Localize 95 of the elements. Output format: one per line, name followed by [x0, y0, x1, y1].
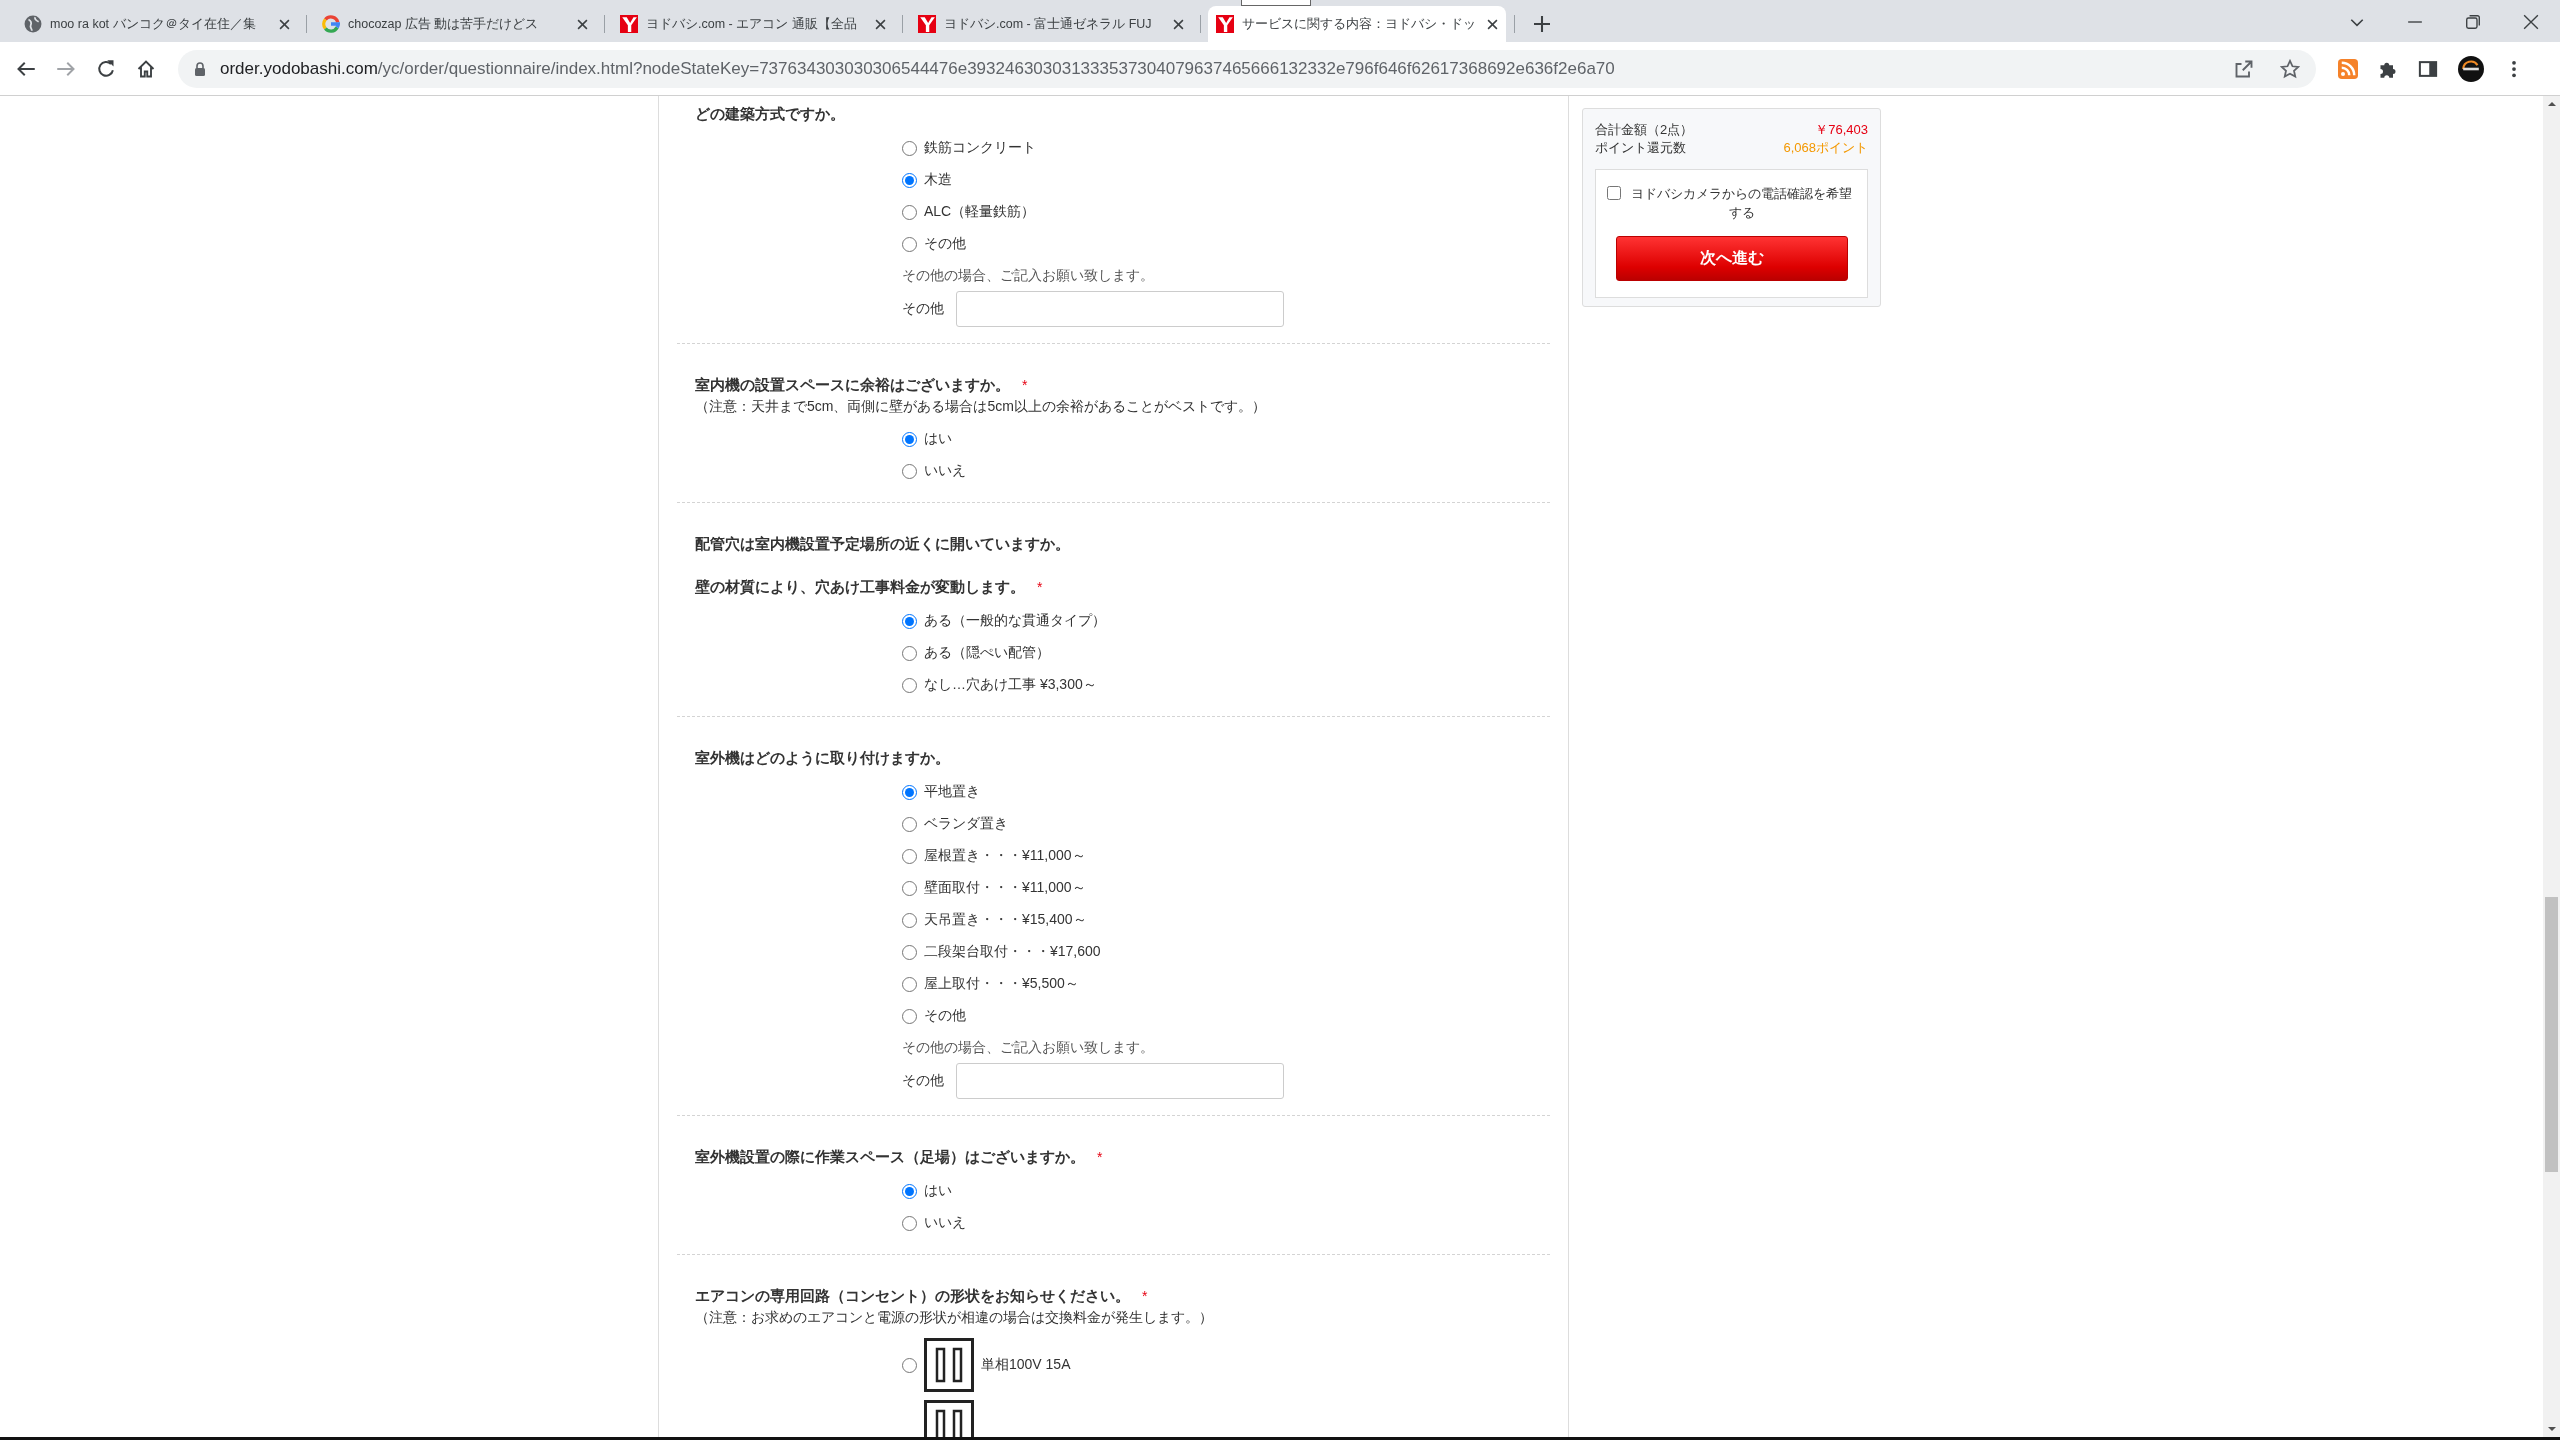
total-amount: ￥76,403	[1815, 121, 1868, 139]
option-label[interactable]: ベランダ置き	[924, 815, 1008, 833]
option-label[interactable]: 単相100V 15A	[981, 1356, 1071, 1374]
option-label[interactable]: その他	[924, 235, 966, 253]
points-label: ポイント還元数	[1595, 139, 1686, 157]
radio-button[interactable]	[902, 1183, 917, 1199]
close-icon[interactable]	[1173, 18, 1184, 30]
radio-button[interactable]	[902, 1008, 917, 1024]
tab-hover-box	[1241, 0, 1311, 6]
total-label: 合計金額（2点）	[1595, 121, 1694, 139]
radio-button[interactable]	[902, 140, 917, 156]
side-panel-icon[interactable]	[2418, 58, 2438, 79]
required-mark: *	[1097, 1149, 1103, 1165]
option-label[interactable]: 鉄筋コンクリート	[924, 139, 1036, 157]
points-amount: 6,068ポイント	[1783, 139, 1868, 157]
rss-icon[interactable]	[2338, 58, 2358, 79]
option-label[interactable]: なし…穴あけ工事 ¥3,300～	[924, 676, 1097, 694]
phone-confirm-label[interactable]: ヨドバシカメラからの電話確認を希望する	[1626, 184, 1857, 222]
radio-button[interactable]	[902, 236, 917, 252]
radio-button[interactable]	[902, 431, 917, 447]
option-label[interactable]: 平地置き	[924, 783, 980, 801]
globe-icon	[24, 15, 42, 33]
option-label[interactable]: 屋上取付・・・¥5,500～	[924, 975, 1079, 993]
question-note: （注意：お求めのエアコンと電源の形状が相違の場合は交換料金が発生します。）	[695, 1308, 1214, 1327]
option-label[interactable]: いいえ	[924, 462, 966, 480]
close-icon[interactable]	[279, 18, 290, 30]
next-button[interactable]: 次へ進む	[1615, 236, 1848, 281]
option-label[interactable]: 二段架台取付・・・¥17,600	[924, 943, 1101, 961]
other-hint: その他の場合、ご記入お願い致します。	[902, 1038, 1155, 1057]
option-label[interactable]: はい	[924, 1182, 952, 1200]
required-mark: *	[1142, 1288, 1148, 1304]
question-title: 配管穴は室内機設置予定場所の近くに開いていますか。	[695, 534, 1070, 554]
avatar-icon[interactable]	[2458, 55, 2484, 82]
option-label[interactable]: 天吊置き・・・¥15,400～	[924, 911, 1087, 929]
radio-button[interactable]	[902, 204, 917, 220]
reload-icon[interactable]	[96, 58, 116, 79]
option-label[interactable]: はい	[924, 430, 952, 448]
question-title: 室内機の設置スペースに余裕はございますか。	[695, 375, 1010, 395]
phone-confirm-checkbox[interactable]	[1606, 186, 1621, 200]
close-icon[interactable]	[577, 18, 588, 30]
radio-button[interactable]	[902, 645, 917, 661]
option-label[interactable]: 屋根置き・・・¥11,000～	[924, 847, 1086, 865]
outlet-icon	[924, 1338, 974, 1392]
site-logo-icon	[1216, 15, 1234, 33]
option-label[interactable]: ある（一般的な貫通タイプ）	[924, 612, 1106, 630]
radio-button[interactable]	[902, 912, 917, 928]
question-title: 室外機設置の際に作業スペース（足場）はございますか。	[695, 1147, 1085, 1167]
restore-icon[interactable]	[2465, 14, 2481, 30]
close-icon[interactable]	[875, 18, 886, 30]
radio-button[interactable]	[902, 463, 917, 479]
radio-button[interactable]	[902, 1357, 917, 1373]
close-icon[interactable]	[1487, 18, 1498, 30]
radio-button[interactable]	[902, 816, 917, 832]
radio-button[interactable]	[902, 976, 917, 992]
plus-icon[interactable]	[1534, 16, 1550, 32]
field-label: その他	[902, 1072, 944, 1090]
scroll-thumb[interactable]	[2545, 897, 2558, 1172]
site-logo-icon	[620, 15, 638, 33]
scrollbar[interactable]	[2543, 96, 2560, 1437]
question-title: どの建築方式ですか。	[695, 104, 845, 124]
site-logo-icon	[918, 15, 936, 33]
radio-button[interactable]	[902, 677, 917, 693]
radio-button[interactable]	[902, 944, 917, 960]
option-label[interactable]: ALC（軽量鉄筋）	[924, 203, 1036, 221]
option-label[interactable]: その他	[924, 1007, 966, 1025]
field-label: その他	[902, 300, 944, 318]
close-icon[interactable]	[2523, 14, 2539, 30]
url-text: order.yodobashi.com/yc/order/questionnaire/index.html?nodeStateKey=737634303030306544476e393246303031333537304079637465666132332e796f646f62617368692e636f2e6a70	[220, 58, 1615, 79]
radio-button[interactable]	[902, 784, 917, 800]
home-icon[interactable]	[136, 58, 156, 79]
question-title: エアコンの専用回路（コンセント）の形状をお知らせください。	[695, 1286, 1130, 1306]
scroll-up-icon[interactable]	[2546, 99, 2557, 109]
radio-button[interactable]	[902, 172, 917, 188]
radio-button[interactable]	[902, 613, 917, 629]
required-mark: *	[1022, 377, 1028, 393]
option-label[interactable]: いいえ	[924, 1214, 966, 1232]
radio-button[interactable]	[902, 848, 917, 864]
address-bar[interactable]: order.yodobashi.com/yc/order/questionnaire/index.html?nodeStateKey=737634303030306544476e393246303031333537304079637465666132332e796f646f62617368692e636f2e6a70	[178, 49, 2316, 88]
multicolor-ring-icon	[322, 15, 340, 33]
required-mark: *	[1037, 579, 1043, 595]
question-note: （注意：天井まで5cm、両側に壁がある場合は5cm以上の余裕があることがベストです。）	[695, 397, 1267, 416]
other-input-field[interactable]	[956, 291, 1284, 327]
question-title: 壁の材質により、穴あけ工事料金が変動します。	[695, 577, 1025, 597]
other-input-field[interactable]	[956, 1063, 1284, 1099]
other-hint: その他の場合、ご記入お願い致します。	[902, 266, 1155, 285]
star-icon[interactable]	[2280, 58, 2300, 79]
question-title: 室外機はどのように取り付けますか。	[695, 748, 950, 768]
option-label[interactable]: 壁面取付・・・¥11,000～	[924, 879, 1086, 897]
radio-button[interactable]	[902, 1215, 917, 1231]
scroll-down-icon[interactable]	[2546, 1424, 2557, 1434]
option-label[interactable]: ある（隠ぺい配管）	[924, 644, 1050, 662]
lock-icon	[194, 61, 206, 76]
radio-button[interactable]	[902, 880, 917, 896]
option-label[interactable]: 木造	[924, 171, 952, 189]
share-icon[interactable]	[2234, 58, 2254, 79]
